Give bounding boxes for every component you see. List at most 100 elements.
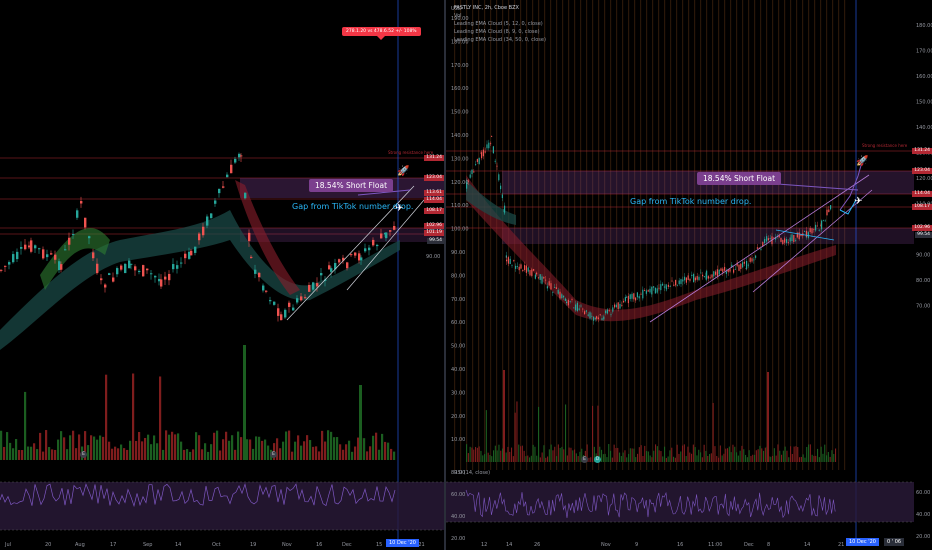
candle-body — [469, 174, 471, 178]
volume-bar — [198, 435, 201, 460]
x-axis-label: Dec — [342, 542, 352, 548]
volume-bar — [114, 446, 117, 460]
volume-bar — [703, 444, 705, 462]
candle-body — [234, 158, 237, 163]
volume-bar — [489, 454, 491, 462]
volume-bar — [246, 439, 249, 460]
volume-bar — [192, 449, 195, 460]
volume-bar — [369, 446, 372, 460]
volume-bar — [732, 444, 734, 462]
candle-body — [88, 236, 91, 239]
right-price-tag: 131.24 — [912, 148, 932, 154]
earnings-marker[interactable]: E — [270, 451, 277, 458]
volume-bar — [231, 435, 234, 460]
volume-bar — [629, 448, 631, 462]
volume-bar — [42, 451, 45, 460]
volume-bar — [387, 442, 390, 460]
volume-bar — [646, 451, 648, 462]
right-chart-pane[interactable]: 190.00 180.00 170.00 160.00 150.00 140.00 130.… — [446, 0, 932, 550]
left-chart-pane[interactable]: 100.0090.00Jul20Aug17Sep14Oct19Nov16Dec1… — [0, 0, 444, 550]
candle-body — [194, 246, 197, 253]
x-axis-label: 9 — [635, 542, 638, 548]
candle-body — [350, 254, 353, 256]
candle-body — [786, 239, 788, 243]
volume-bar — [566, 455, 568, 462]
candle-body — [729, 269, 731, 272]
far-right-price-tick: 140.00 — [916, 125, 932, 131]
volume-bar — [761, 448, 763, 462]
right-price-tag: 114.04 — [912, 191, 932, 197]
candle-body — [756, 247, 758, 249]
volume-bar — [790, 446, 792, 462]
volume-bar — [736, 452, 738, 462]
candle-body — [624, 297, 626, 302]
volume-bar — [102, 436, 105, 460]
left-chart-canvas[interactable]: 100.0090.00Jul20Aug17Sep14Oct19Nov16Dec1… — [0, 0, 444, 550]
candle-body — [533, 269, 535, 271]
candle-body — [364, 248, 367, 252]
volume-bar — [568, 447, 570, 462]
right-chart-canvas[interactable]: 190.00180.00170.00160.00150.00140.00130.… — [446, 0, 932, 550]
volume-bar — [297, 435, 300, 460]
volume-bar — [714, 446, 716, 462]
spacer-marker — [596, 536, 603, 543]
volume-bar — [680, 451, 682, 462]
candle-body — [346, 262, 349, 269]
left-price-tag: 102.96 — [424, 223, 444, 229]
volume-bar — [575, 453, 577, 462]
candle-body — [202, 226, 205, 236]
rocket-icon: 🚀 — [397, 166, 410, 177]
volume-bar — [327, 430, 330, 460]
volume-bar — [494, 445, 496, 462]
volume-bar — [563, 449, 565, 462]
candle-body — [830, 205, 832, 210]
volume-bar — [694, 447, 696, 462]
price-tick: 90.00 — [451, 250, 465, 256]
volume-bar — [27, 446, 30, 460]
volume-bar — [72, 430, 75, 460]
earnings-marker[interactable]: E — [581, 456, 588, 463]
candle-body — [684, 276, 686, 281]
candle-body — [724, 266, 726, 271]
candle-body — [116, 268, 119, 275]
candle-body — [210, 213, 213, 219]
candle-body — [738, 264, 740, 271]
volume-bar — [712, 402, 714, 462]
legend-ema-cloud-2[interactable]: Leading EMA Cloud (8, 9, 0, close) — [454, 28, 546, 36]
volume-bar — [786, 450, 788, 462]
candle-body — [824, 220, 826, 222]
volume-bar — [660, 451, 662, 462]
candle-body — [760, 248, 762, 250]
earnings-marker[interactable]: E — [80, 451, 87, 458]
volume-bar — [159, 376, 162, 460]
volume-bar — [485, 410, 487, 462]
volume-bar — [833, 454, 835, 462]
volume-bar — [826, 455, 828, 462]
candle-body — [644, 290, 646, 291]
volume-bar — [282, 441, 285, 460]
candle-body — [582, 308, 584, 310]
candle-body — [666, 288, 668, 290]
legend-ema-cloud-3[interactable]: Leading EMA Cloud (34, 50, 0, close) — [454, 36, 546, 44]
volume-bar — [759, 445, 761, 462]
volume-bar — [171, 431, 174, 460]
candle-body — [687, 275, 689, 280]
candle-body — [557, 289, 559, 294]
volume-bar — [545, 457, 547, 462]
legend-vol[interactable]: Vol — [454, 12, 546, 20]
volume-bar — [698, 449, 700, 462]
volume-bar — [824, 444, 826, 462]
legend-symbol[interactable]: FASTLY INC, 2h, Cboe BZX — [454, 4, 546, 12]
volume-bar — [363, 438, 366, 460]
dividend-marker[interactable]: D — [594, 456, 601, 463]
rsi-legend[interactable]: RSI (14, close) — [454, 470, 490, 476]
volume-bar — [655, 444, 657, 462]
volume-bar — [512, 456, 514, 462]
candle-body — [663, 286, 665, 288]
volume-bar — [565, 404, 567, 462]
volume-bar — [752, 454, 754, 462]
volume-bar — [267, 445, 270, 460]
volume-bar — [525, 456, 527, 462]
legend-ema-cloud-1[interactable]: Leading EMA Cloud (5, 12, 0, close) — [454, 20, 546, 28]
volume-bar — [818, 457, 820, 462]
